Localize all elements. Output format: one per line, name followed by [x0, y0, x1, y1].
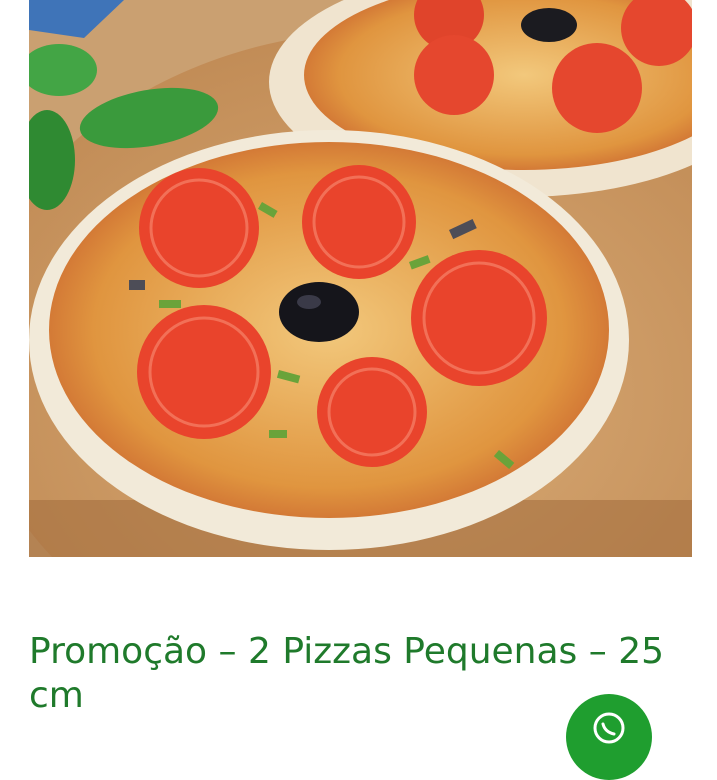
- whatsapp-chat-button[interactable]: [566, 694, 652, 780]
- whatsapp-icon: [593, 712, 625, 744]
- product-image[interactable]: [29, 0, 692, 557]
